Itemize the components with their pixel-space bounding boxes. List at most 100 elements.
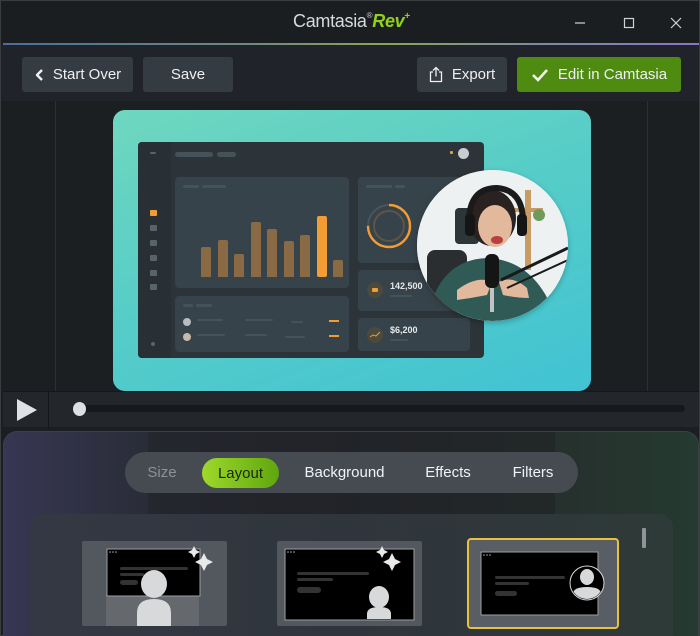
tab-size[interactable]: Size [137, 452, 187, 493]
layout-corner-presenter-icon [284, 546, 415, 621]
layout-option-corner[interactable] [277, 541, 422, 626]
tab-filters-label: Filters [512, 464, 554, 481]
stat-value-users: 142,500 [390, 281, 423, 291]
video-preview: 142,500 $6,200 [3, 101, 699, 391]
guide-line-left [55, 101, 56, 391]
timeline-track[interactable] [75, 405, 685, 412]
start-over-button[interactable]: Start Over [22, 57, 133, 92]
calendar-icon [150, 270, 157, 276]
dashboard-bar [217, 240, 228, 277]
tab-effects[interactable]: Effects [415, 452, 481, 493]
tab-effects-label: Effects [425, 464, 471, 481]
card-title-placeholder [183, 185, 199, 188]
save-label: Save [170, 66, 206, 83]
edit-in-camtasia-button[interactable]: Edit in Camtasia [517, 57, 681, 92]
notification-icon [450, 151, 453, 154]
tab-background-label: Background [304, 464, 385, 481]
minimize-button[interactable] [566, 9, 594, 37]
menu-icon [150, 152, 156, 154]
layout-options [29, 514, 673, 636]
guide-line-right [647, 101, 648, 391]
bar-chart-card [175, 177, 349, 288]
chat-icon [150, 284, 157, 290]
status-bar [329, 335, 339, 337]
dashboard-bar [316, 216, 327, 277]
home-icon [150, 210, 157, 216]
video-canvas[interactable]: 142,500 $6,200 [113, 110, 591, 391]
minimize-icon [575, 22, 585, 24]
tab-background[interactable]: Background [293, 452, 396, 493]
trend-icon [367, 327, 383, 343]
dashboard-bar [234, 254, 244, 277]
edit-in-camtasia-label: Edit in Camtasia [557, 66, 668, 83]
webcam-bubble[interactable] [417, 170, 568, 321]
plus-mark: + [404, 11, 410, 22]
start-over-label: Start Over [52, 66, 122, 83]
card-title-placeholder [196, 304, 212, 307]
sidebar-icon [150, 240, 157, 246]
row-placeholder [291, 321, 303, 323]
status-bar [329, 320, 339, 322]
row-placeholder [245, 334, 267, 336]
export-label: Export [451, 66, 496, 83]
dashboard-bar [250, 222, 261, 277]
settings-icon [151, 342, 155, 346]
avatar [183, 318, 191, 326]
stat-caption-placeholder [390, 339, 408, 341]
tab-layout[interactable]: Layout [202, 458, 279, 488]
donut-chart [366, 203, 412, 249]
sidebar-icon [150, 255, 157, 261]
playback-bar [3, 391, 699, 428]
chevron-left-icon [35, 68, 43, 81]
stat-value-revenue: $6,200 [390, 325, 418, 335]
dashboard-bar [283, 241, 294, 277]
avatar [458, 148, 469, 159]
play-icon[interactable] [13, 397, 39, 423]
playhead-scrubber[interactable] [73, 402, 86, 416]
maximize-icon [623, 17, 635, 29]
save-button[interactable]: Save [143, 57, 233, 92]
users-icon [367, 282, 383, 298]
dashboard-bar [333, 260, 343, 277]
tab-size-label: Size [147, 464, 177, 481]
dashboard-bar [300, 235, 310, 277]
app-window: Camtasia®Rev+ Start Over Save Export Edi… [0, 0, 700, 636]
title-bar: Camtasia®Rev+ [1, 1, 699, 44]
card-title-placeholder [202, 185, 226, 188]
layout-option-circle-bubble[interactable] [467, 538, 619, 629]
card-title-placeholder [366, 185, 392, 188]
close-button[interactable] [662, 9, 690, 37]
card-title-placeholder [395, 185, 405, 188]
tab-filters[interactable]: Filters [501, 452, 565, 493]
layout-scrollbar[interactable] [642, 528, 646, 548]
tab-layout-label: Layout [217, 464, 264, 482]
stat-caption-placeholder [390, 295, 412, 297]
presenter-webcam-image [417, 170, 568, 321]
dashboard-bar [267, 229, 277, 277]
toolbar: Start Over Save Export Edit in Camtasia [1, 45, 699, 101]
play-divider [48, 392, 49, 428]
export-button[interactable]: Export [417, 57, 507, 92]
panel-tabs: Size Layout Background Effects Filters [125, 452, 578, 493]
layout-option-fullframe[interactable] [82, 541, 227, 626]
stat-card-revenue: $6,200 [358, 318, 470, 351]
app-suffix: Rev [372, 11, 405, 31]
header-placeholder [175, 152, 213, 157]
card-title-placeholder [183, 304, 193, 307]
row-placeholder [197, 319, 223, 321]
checkmark-icon [531, 68, 548, 82]
row-placeholder [197, 334, 225, 336]
header-placeholder [217, 152, 236, 157]
row-placeholder [285, 336, 305, 338]
dashboard-sidebar [138, 142, 171, 358]
share-export-icon [429, 66, 442, 83]
app-title: Camtasia®Rev+ [293, 11, 410, 32]
table-card [175, 296, 349, 352]
row-placeholder [245, 319, 273, 321]
close-icon [670, 17, 682, 29]
avatar [183, 333, 191, 341]
layout-fullframe-presenter-icon [106, 546, 213, 626]
sidebar-icon [150, 225, 157, 231]
layout-circle-bubble-icon [480, 551, 605, 616]
maximize-button[interactable] [615, 9, 643, 37]
